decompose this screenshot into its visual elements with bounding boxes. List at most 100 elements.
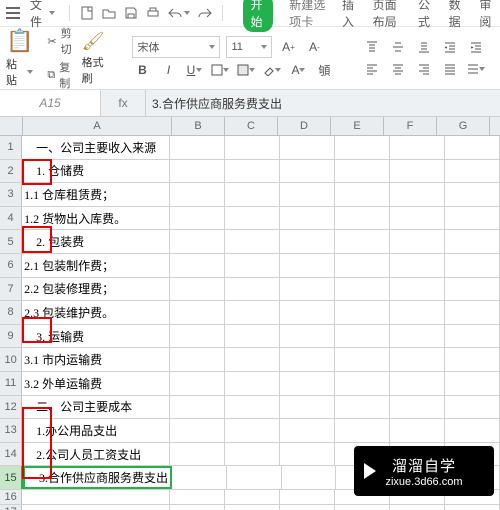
cell[interactable] [445,278,500,301]
cell[interactable] [445,325,500,348]
cell-A5[interactable]: 2. 包装费 [22,230,169,253]
cell[interactable] [225,372,280,395]
cell[interactable] [170,325,225,348]
cell[interactable] [390,301,445,324]
cell[interactable] [170,183,225,206]
cell[interactable] [280,301,335,324]
save-icon[interactable] [124,6,138,20]
cell[interactable] [170,443,225,466]
cell[interactable] [445,160,500,183]
row-header[interactable]: 7 [0,278,22,301]
cell[interactable] [280,183,335,206]
cell[interactable] [225,443,280,466]
cell[interactable] [280,419,335,442]
align-middle-button[interactable] [388,37,408,57]
cell[interactable] [225,183,280,206]
orientation-button[interactable] [466,59,486,79]
cell-A1[interactable]: 一、公司主要收入来源 [22,136,169,159]
cell[interactable] [225,230,280,253]
cell[interactable] [170,160,225,183]
paste-button[interactable]: 📋 粘贴 [6,28,33,88]
cell[interactable] [390,207,445,230]
cell[interactable] [282,466,337,489]
align-center-button[interactable] [388,59,408,79]
cell[interactable] [280,230,335,253]
cell-A3[interactable]: 1.1 仓库租赁费； [22,183,169,206]
cell[interactable] [170,396,225,419]
cell[interactable] [390,325,445,348]
cell[interactable] [280,278,335,301]
row-header[interactable]: 16 [0,490,22,504]
increase-font-button[interactable]: A+ [278,37,298,57]
cell[interactable] [225,505,280,510]
cell[interactable] [170,490,225,504]
cell[interactable] [225,396,280,419]
cut-button[interactable]: ✂剪切 [47,25,71,57]
cell[interactable] [225,325,280,348]
cell[interactable] [445,136,500,159]
cell[interactable] [225,419,280,442]
row-header[interactable]: 10 [0,348,22,371]
cell[interactable] [390,183,445,206]
cell-A9[interactable]: 3. 运输费 [22,325,169,348]
cell[interactable] [335,207,390,230]
decrease-indent-button[interactable] [440,37,460,57]
col-header-C[interactable]: C [225,117,278,135]
cell[interactable] [225,254,280,277]
tab-data[interactable]: 数据 [449,0,464,30]
cell[interactable] [225,278,280,301]
cell[interactable] [390,505,445,510]
cell-A7[interactable]: 2.2 包装修理费； [22,278,169,301]
cell-A16[interactable] [22,490,169,504]
tab-review[interactable]: 审阅 [479,0,494,30]
cell[interactable] [335,348,390,371]
format-painter-button[interactable]: 🖌 格式刷 [82,31,105,86]
cell[interactable] [170,419,225,442]
cell[interactable] [390,372,445,395]
cell[interactable] [225,160,280,183]
open-icon[interactable] [102,6,116,20]
font-size-select[interactable]: 11 [226,36,272,58]
border-button[interactable] [210,60,230,80]
align-left-button[interactable] [362,59,382,79]
row-header[interactable]: 6 [0,254,22,277]
cell[interactable] [225,348,280,371]
cell[interactable] [335,183,390,206]
cell[interactable] [445,372,500,395]
hamburger-icon[interactable] [6,7,20,19]
cell[interactable] [390,348,445,371]
cell[interactable] [335,419,390,442]
tab-start[interactable]: 开始 [243,0,274,32]
col-header-F[interactable]: F [384,117,437,135]
italic-button[interactable]: I [158,60,178,80]
cell[interactable] [335,372,390,395]
cell[interactable] [335,136,390,159]
copy-button[interactable]: ⧉复制 [47,59,71,91]
cell[interactable] [390,136,445,159]
cell[interactable] [280,372,335,395]
cell[interactable] [280,396,335,419]
cell[interactable] [225,301,280,324]
row-header[interactable]: 11 [0,372,22,395]
cell[interactable] [170,505,225,510]
tab-newtab[interactable]: 新建选项卡 [289,0,326,30]
col-header-B[interactable]: B [172,117,225,135]
cell[interactable] [335,254,390,277]
cell[interactable] [225,490,280,504]
row-header[interactable]: 9 [0,325,22,348]
cell[interactable] [172,466,227,489]
col-header-D[interactable]: D [278,117,331,135]
row-header[interactable]: 8 [0,301,22,324]
cell[interactable] [445,505,500,510]
row-header[interactable]: 1 [0,136,22,159]
cell[interactable] [280,160,335,183]
justify-button[interactable] [440,59,460,79]
cell[interactable] [445,301,500,324]
cell-A6[interactable]: 2.1 包装制作费； [22,254,169,277]
phonetic-button[interactable]: 䪷 [314,60,334,80]
cell[interactable] [170,254,225,277]
undo-icon[interactable] [168,6,182,20]
cell[interactable] [445,419,500,442]
cell[interactable] [390,160,445,183]
cell[interactable] [445,230,500,253]
